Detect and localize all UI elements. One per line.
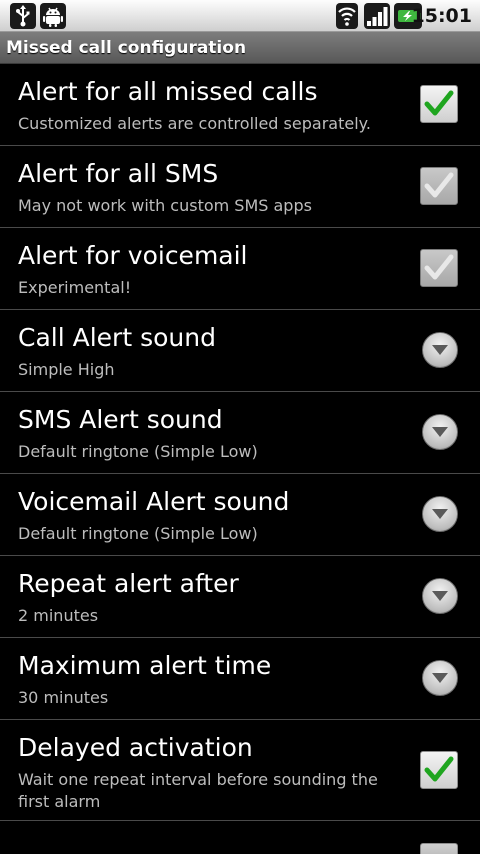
setting-voicemail-alert-sound[interactable]: Voicemail Alert sound Default ringtone (… xyxy=(0,474,480,556)
setting-sms-alert-sound[interactable]: SMS Alert sound Default ringtone (Simple… xyxy=(0,392,480,474)
setting-summary: 30 minutes xyxy=(18,688,109,707)
android-debug-icon xyxy=(40,3,66,29)
signal-icon xyxy=(364,3,390,29)
alert-voicemail-checkbox[interactable] xyxy=(420,249,458,287)
setting-title: Call Alert sound xyxy=(18,323,216,352)
title-bar: Missed call configuration xyxy=(0,32,480,64)
setting-alert-sms[interactable]: Alert for all SMS May not work with cust… xyxy=(0,146,480,228)
alert-missed-calls-checkbox[interactable] xyxy=(420,85,458,123)
setting-title: Alert for all SMS xyxy=(18,159,219,188)
setting-alert-voicemail[interactable]: Alert for voicemail Experimental! xyxy=(0,228,480,310)
setting-title: Maximum alert time xyxy=(18,651,272,680)
setting-summary: May not work with custom SMS apps xyxy=(18,196,312,215)
chevron-down-icon[interactable] xyxy=(422,332,458,368)
wifi-icon xyxy=(336,3,358,29)
setting-next-partial[interactable] xyxy=(0,821,480,854)
setting-title: SMS Alert sound xyxy=(18,405,223,434)
setting-alert-missed-calls[interactable]: Alert for all missed calls Customized al… xyxy=(0,64,480,146)
setting-title: Alert for voicemail xyxy=(18,241,248,270)
screen: 15:01 Missed call configuration Alert fo… xyxy=(0,0,480,854)
page-title: Missed call configuration xyxy=(6,38,247,58)
setting-delayed-activation[interactable]: Delayed activation Wait one repeat inter… xyxy=(0,720,480,821)
settings-list: Alert for all missed calls Customized al… xyxy=(0,64,480,854)
setting-summary: Wait one repeat interval before sounding… xyxy=(18,770,378,811)
setting-summary: Default ringtone (Simple Low) xyxy=(18,524,258,543)
status-time: 15:01 xyxy=(411,5,472,27)
setting-maximum-alert-time[interactable]: Maximum alert time 30 minutes xyxy=(0,638,480,720)
setting-title: Voicemail Alert sound xyxy=(18,487,290,516)
setting-title: Alert for all missed calls xyxy=(18,77,318,106)
setting-summary: Default ringtone (Simple Low) xyxy=(18,442,258,461)
usb-icon xyxy=(10,3,36,29)
setting-summary: 2 minutes xyxy=(18,606,99,625)
setting-summary: Experimental! xyxy=(18,278,132,297)
setting-repeat-alert-after[interactable]: Repeat alert after 2 minutes xyxy=(0,556,480,638)
setting-summary: Customized alerts are controlled separat… xyxy=(18,114,371,133)
setting-title: Repeat alert after xyxy=(18,569,239,598)
next-checkbox-partial[interactable] xyxy=(420,843,458,854)
chevron-down-icon[interactable] xyxy=(422,660,458,696)
delayed-activation-checkbox[interactable] xyxy=(420,751,458,789)
setting-call-alert-sound[interactable]: Call Alert sound Simple High xyxy=(0,310,480,392)
setting-summary: Simple High xyxy=(18,360,115,379)
chevron-down-icon[interactable] xyxy=(422,496,458,532)
alert-sms-checkbox[interactable] xyxy=(420,167,458,205)
chevron-down-icon[interactable] xyxy=(422,578,458,614)
status-bar: 15:01 xyxy=(0,0,480,32)
setting-title: Delayed activation xyxy=(18,733,253,762)
chevron-down-icon[interactable] xyxy=(422,414,458,450)
